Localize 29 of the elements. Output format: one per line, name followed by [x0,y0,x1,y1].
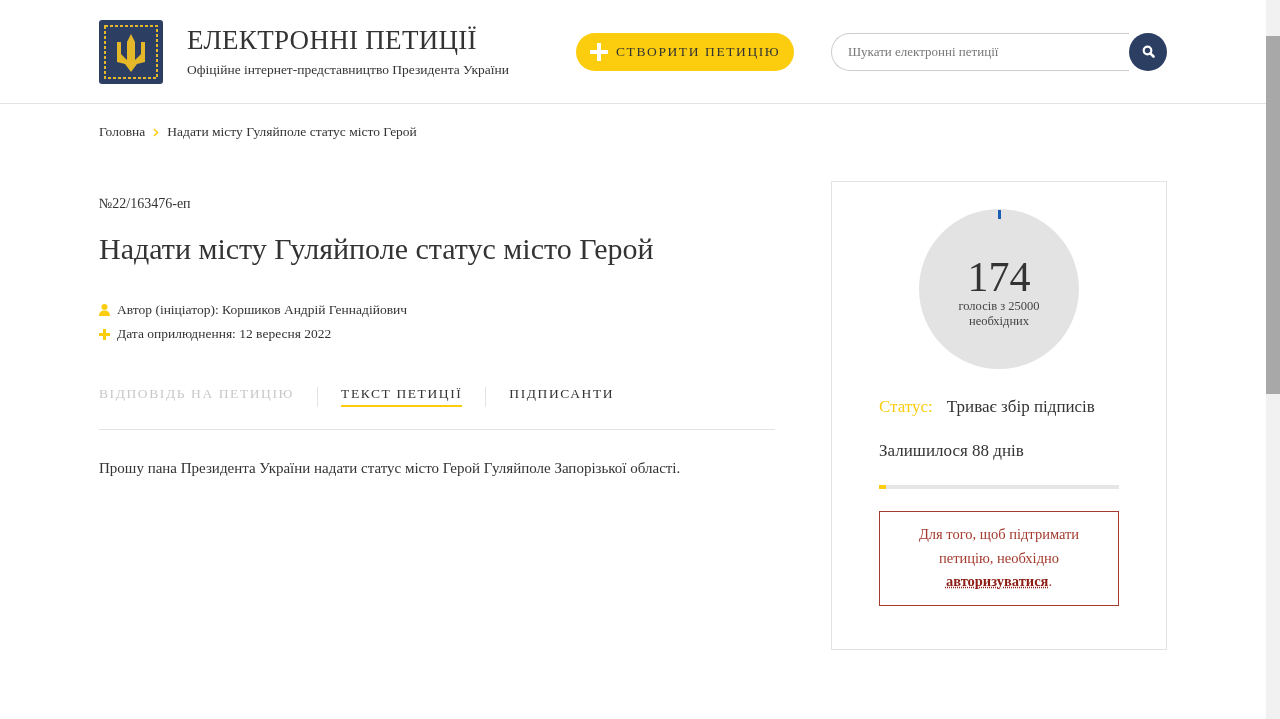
person-icon [99,304,110,316]
votes-caption: голосів з 25000 необхідних [958,299,1040,329]
date-text: Дата оприлюднення: 12 вересня 2022 [117,326,332,342]
progress-tick-icon [998,210,1001,219]
scrollbar-thumb[interactable] [1266,36,1280,394]
site-subtitle: Офіційне інтернет-представництво Президента України [187,62,510,78]
author-text: Автор (ініціатор): Коршиков Андрій Геннадійович [117,302,408,318]
tab[interactable]: ПІДПИСАНТИ [509,386,615,407]
status-value: Триває збір підписів [946,397,1095,417]
search-field[interactable]: Шукати електронні петиції [831,32,1129,71]
plus-icon [590,42,608,61]
days-remaining: Залишилося 88 днів [879,441,1025,461]
chevron-icon [153,127,160,137]
status-label: Статус: [879,397,933,417]
breadcrumb-link[interactable]: Головна [99,124,146,140]
coat-of-arms-logo[interactable] [99,19,163,84]
site-title: ЕЛЕКТРОННІ ПЕТИЦІЇ [187,25,478,56]
plus-icon [99,328,110,340]
tab[interactable]: ТЕКСТ ПЕТИЦІЇ [341,386,463,407]
create-petition-button[interactable]: СТВОРИТИ ПЕТИЦІЮ [576,32,795,71]
search-icon [1141,45,1155,58]
login-notice: Для того, щоб підтримати петицію, необхідно авторизуватися. [879,511,1119,606]
petition-title: Надати місту Гуляйполе статус місто Герой [99,232,655,266]
breadcrumb-current: Надати місту Гуляйполе статус місто Герой [167,124,417,140]
petition-text: Прошу пана Президента України надати статус місто Герой Гуляйполе Запорізької області. [99,460,682,477]
petition-number: №22/163476-еп [99,196,192,212]
scrollbar[interactable] [1266,0,1280,719]
votes-count: 174 [967,255,1031,299]
search-button[interactable] [1129,32,1167,71]
